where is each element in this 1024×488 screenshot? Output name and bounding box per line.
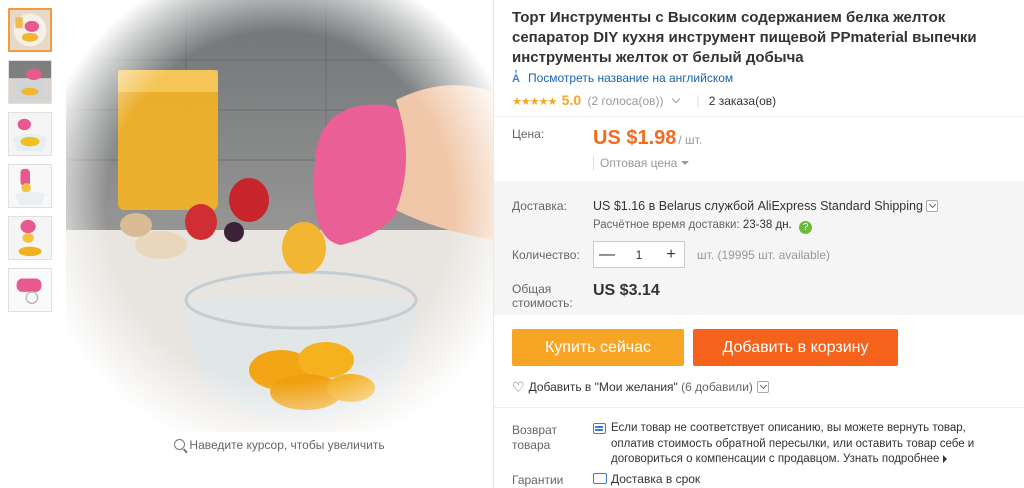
shipping-time-value: 23-38 дн.: [742, 219, 792, 231]
divider: [494, 407, 1024, 408]
wishlist-label: Добавить в "Мои желания": [528, 380, 678, 394]
price-label: Цена:: [512, 127, 545, 141]
quantity-input[interactable]: [620, 247, 658, 262]
add-to-cart-button[interactable]: Добавить в корзину: [693, 329, 898, 366]
rating-stars-icon: ★★★★★: [512, 96, 557, 108]
buy-now-button[interactable]: Купить сейчас: [512, 329, 684, 366]
divider: |: [696, 94, 700, 108]
quantity-increase-button[interactable]: +: [658, 246, 684, 264]
price-value: US $1.98/ шт.: [593, 127, 702, 150]
translate-icon: A̓: [512, 73, 520, 85]
heart-icon: ♡: [512, 379, 525, 395]
product-info-panel: Торт Инструменты с Высоким содержанием б…: [493, 0, 1024, 488]
add-to-wishlist[interactable]: ♡ Добавить в "Мои желания" (6 добавили): [512, 379, 769, 396]
thumbnail-1[interactable]: [8, 8, 52, 52]
price-amount: US $1.98: [593, 127, 677, 149]
thumbnail-list: [8, 8, 54, 320]
wholesale-price-link[interactable]: Оптовая цена: [593, 156, 690, 170]
thumbnail-6[interactable]: [8, 268, 52, 312]
rating-score[interactable]: 5.0: [562, 92, 581, 108]
magnifier-icon: [174, 439, 186, 450]
product-title: Торт Инструменты с Высоким содержанием б…: [512, 9, 977, 66]
shipping-time: Расчётное время доставки: 23-38 дн. ?: [593, 219, 812, 234]
quantity-label: Количество:: [512, 248, 580, 262]
thumbnail-3[interactable]: [8, 112, 52, 156]
translate-title-link[interactable]: A̓ Посмотреть название на английском: [512, 71, 733, 85]
caret-right-icon: [943, 455, 951, 463]
thumbnail-4[interactable]: [8, 164, 52, 208]
returns-label: Возврат товара: [512, 423, 557, 452]
wishlist-dropdown-icon[interactable]: [756, 381, 769, 393]
total-label: Общая стоимость:: [512, 282, 573, 310]
help-icon[interactable]: ?: [798, 221, 812, 234]
learn-more-label: Узнать подробнее: [842, 453, 940, 465]
translate-title-label: Посмотреть название на английском: [527, 71, 734, 85]
shipping-time-label: Расчётное время доставки:: [593, 219, 740, 231]
main-product-image[interactable]: [66, 0, 493, 432]
shipping-text: US $1.16 в Belarus службой AliExpress St…: [593, 199, 923, 213]
chevron-down-icon[interactable]: [671, 94, 681, 104]
quantity-decrease-button[interactable]: —: [594, 246, 620, 264]
guarantee-label: Гарантии: [512, 473, 564, 487]
total-price: US $3.14: [593, 282, 660, 299]
return-policy-icon: [593, 423, 606, 434]
shipping-label: Доставка:: [512, 199, 567, 213]
thumbnail-5[interactable]: [8, 216, 52, 260]
wholesale-price-label: Оптовая цена: [600, 156, 678, 170]
rating-votes[interactable]: (2 голоса(ов)): [587, 94, 663, 108]
thumbnail-2[interactable]: [8, 60, 52, 104]
returns-policy: Если товар не соответствует описанию, вы…: [611, 421, 1001, 468]
shipping-option[interactable]: US $1.16 в Belarus службой AliExpress St…: [593, 199, 938, 213]
orders-count: 2 заказа(ов): [708, 94, 777, 108]
divider: [494, 116, 1024, 117]
caret-down-icon: [681, 161, 690, 169]
rating-row: ★★★★★ 5.0 (2 голоса(ов)) | 2 заказа(ов): [512, 92, 776, 108]
zoom-hint-text: Наведите курсор, чтобы увеличить: [189, 438, 385, 452]
wishlist-count: (6 добавили): [681, 380, 753, 394]
guarantee-text: Доставка в срок: [611, 472, 701, 486]
quantity-availability: шт. (19995 шт. available): [697, 248, 830, 262]
quantity-stepper: — +: [593, 241, 685, 268]
truck-icon: [593, 473, 607, 484]
shipping-dropdown-icon[interactable]: [925, 200, 938, 212]
learn-more-link[interactable]: Узнать подробнее: [843, 453, 951, 465]
price-unit: / шт.: [678, 133, 703, 147]
zoom-hint: Наведите курсор, чтобы увеличить: [66, 438, 493, 452]
